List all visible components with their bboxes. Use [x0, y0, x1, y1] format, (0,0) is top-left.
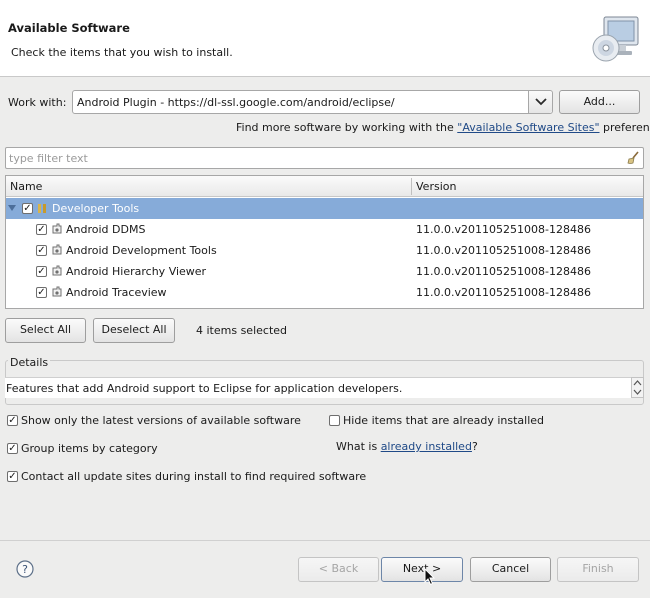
chevron-down-icon [535, 98, 547, 106]
plugin-icon [52, 265, 62, 276]
deselect-all-button[interactable]: Deselect All [93, 318, 175, 343]
work-with-dropdown-button[interactable] [528, 91, 552, 113]
expand-triangle-icon[interactable] [7, 203, 17, 213]
row-name: Android Development Tools [66, 244, 217, 257]
filter-field[interactable] [5, 147, 644, 169]
details-label: Details [8, 356, 51, 369]
find-more-suffix: preferences. [603, 121, 650, 134]
tree-row[interactable]: ✓ Android Hierarchy Viewer 11.0.0.v20110… [6, 261, 643, 282]
find-more-prefix: Find more software by working with the [236, 121, 458, 134]
row-checkbox[interactable]: ✓ [36, 245, 47, 256]
next-button[interactable]: Next > [381, 557, 463, 582]
available-software-sites-link[interactable]: "Available Software Sites" [457, 121, 599, 134]
tree-row[interactable]: ✓ Android Development Tools 11.0.0.v2011… [6, 240, 643, 261]
cancel-button[interactable]: Cancel [470, 557, 551, 582]
work-with-value: Android Plugin - https://dl-ssl.google.c… [77, 96, 395, 109]
work-with-label: Work with: [8, 96, 67, 109]
details-scrollbar[interactable] [631, 377, 644, 398]
plugin-icon [52, 286, 62, 297]
developer-tools-label: Developer Tools [52, 202, 140, 215]
tree-row[interactable]: ✓ Android Traceview 11.0.0.v201105251008… [6, 282, 643, 303]
add-site-button[interactable]: Add... [559, 90, 640, 114]
hide-installed-label[interactable]: Hide items that are already installed [343, 414, 544, 427]
svg-text:?: ? [22, 563, 28, 576]
row-version: 11.0.0.v201105251008-128486 [416, 286, 591, 299]
column-name[interactable]: Name [10, 180, 42, 193]
latest-only-checkbox[interactable]: ✓ [7, 415, 18, 426]
row-checkbox[interactable]: ✓ [36, 224, 47, 235]
group-by-category-label[interactable]: Group items by category [21, 442, 158, 455]
finish-button[interactable]: Finish [557, 557, 639, 582]
already-installed-link[interactable]: already installed [381, 440, 472, 453]
what-is-prefix: What is [336, 440, 381, 453]
row-checkbox[interactable]: ✓ [36, 287, 47, 298]
row-name: Android Traceview [66, 286, 167, 299]
what-is-installed-text: What is already installed? [336, 440, 478, 453]
back-button[interactable]: < Back [298, 557, 379, 582]
row-version: 11.0.0.v201105251008-128486 [416, 223, 591, 236]
row-name: Android Hierarchy Viewer [66, 265, 207, 278]
row-version: 11.0.0.v201105251008-128486 [416, 265, 591, 278]
clear-filter-icon[interactable] [626, 151, 640, 165]
find-more-text: Find more software by working with the "… [236, 121, 650, 134]
contact-sites-label[interactable]: Contact all update sites during install … [21, 470, 366, 483]
contact-sites-checkbox[interactable]: ✓ [7, 471, 18, 482]
page-title: Available Software [8, 21, 130, 35]
mouse-cursor-icon [424, 568, 436, 586]
developer-tools-checkbox[interactable]: ✓ [22, 203, 33, 214]
column-separator[interactable] [411, 178, 412, 195]
row-version: 11.0.0.v201105251008-128486 [416, 244, 591, 257]
tree-row-developer-tools[interactable]: ✓ Developer Tools [6, 198, 643, 219]
what-is-suffix: ? [471, 440, 478, 453]
details-text: Features that add Android support to Ecl… [6, 382, 403, 395]
filter-input[interactable] [9, 151, 609, 166]
row-name: Android DDMS [66, 223, 146, 236]
install-wizard-icon [590, 14, 642, 66]
software-tree[interactable]: Name Version ✓ Developer Tools ✓ Android… [5, 175, 644, 309]
details-text-area[interactable]: Features that add Android support to Ecl… [5, 377, 631, 398]
plugin-icon [52, 223, 62, 234]
tree-row[interactable]: ✓ Android DDMS 11.0.0.v201105251008-1284… [6, 219, 643, 240]
column-version[interactable]: Version [416, 180, 456, 193]
latest-only-label[interactable]: Show only the latest versions of availab… [21, 414, 301, 427]
row-checkbox[interactable]: ✓ [36, 266, 47, 277]
hide-installed-checkbox[interactable] [329, 415, 340, 426]
select-all-button[interactable]: Select All [5, 318, 86, 343]
wizard-banner [0, 0, 650, 77]
tree-header: Name Version [6, 176, 643, 197]
feature-icon [38, 204, 46, 213]
group-by-category-checkbox[interactable]: ✓ [7, 443, 18, 454]
help-icon[interactable]: ? [16, 560, 34, 578]
selected-count: 4 items selected [196, 324, 288, 337]
footer-separator [0, 540, 650, 541]
plugin-icon [52, 244, 62, 255]
scroll-arrows-icon[interactable] [632, 378, 643, 397]
work-with-combo[interactable]: Android Plugin - https://dl-ssl.google.c… [72, 90, 553, 114]
page-description: Check the items that you wish to install… [11, 46, 233, 59]
